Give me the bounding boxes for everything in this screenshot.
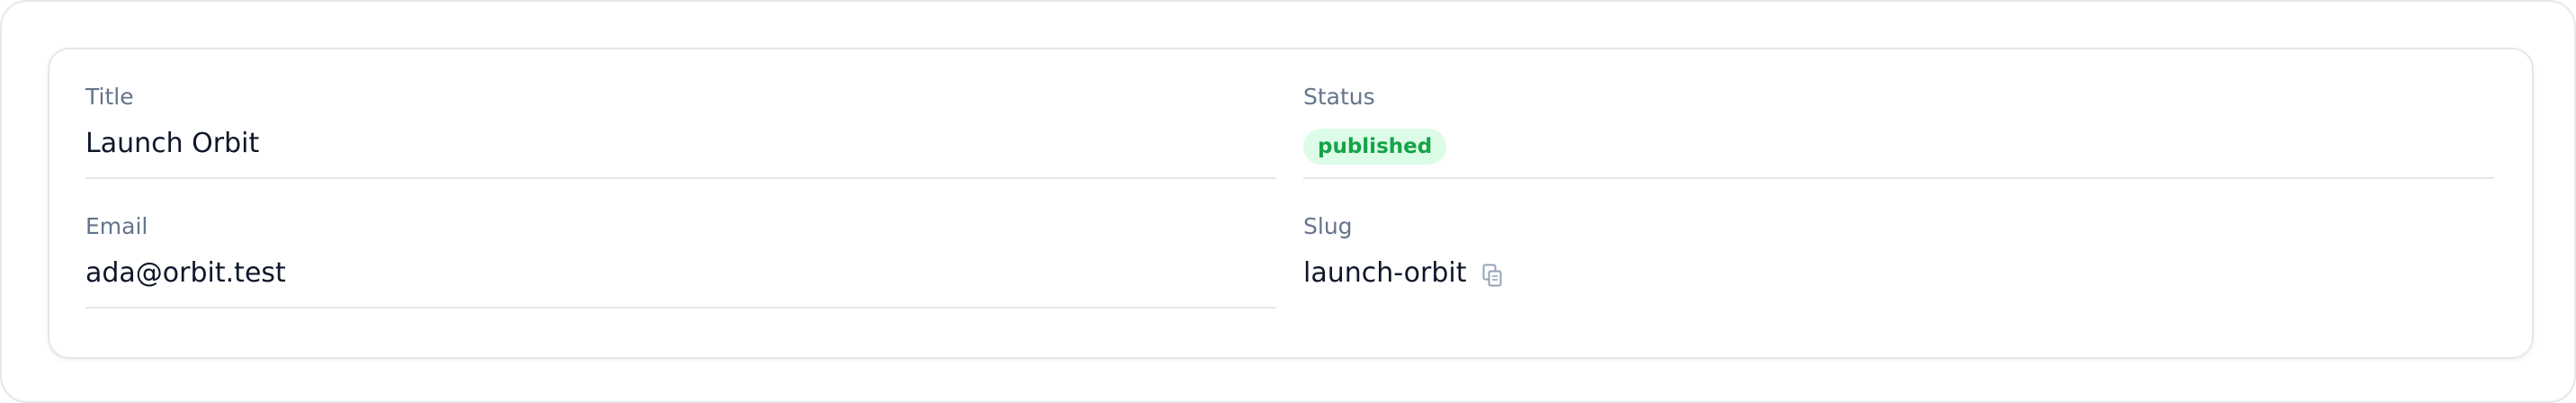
field-title: Title Launch Orbit — [85, 49, 1276, 179]
slug-value: launch-orbit — [1303, 257, 1467, 289]
details-card: Title Launch Orbit Status published Emai… — [48, 48, 2534, 359]
copy-icon[interactable] — [1482, 262, 1502, 287]
slug-label: Slug — [1303, 213, 1353, 239]
status-badge: published — [1303, 129, 1447, 165]
slug-value-row: launch-orbit — [1303, 256, 1502, 291]
status-label: Status — [1303, 84, 1375, 110]
field-email: Email ada@orbit.test — [85, 179, 1276, 309]
email-value: ada@orbit.test — [85, 257, 286, 289]
title-label: Title — [85, 84, 134, 110]
status-value-wrapper: published — [1303, 127, 1447, 165]
field-status: Status published — [1303, 49, 2494, 179]
title-value: Launch Orbit — [85, 128, 260, 159]
outer-frame: Title Launch Orbit Status published Emai… — [0, 0, 2576, 403]
field-slug: Slug launch-orbit — [1303, 179, 2494, 309]
email-label: Email — [85, 213, 148, 239]
